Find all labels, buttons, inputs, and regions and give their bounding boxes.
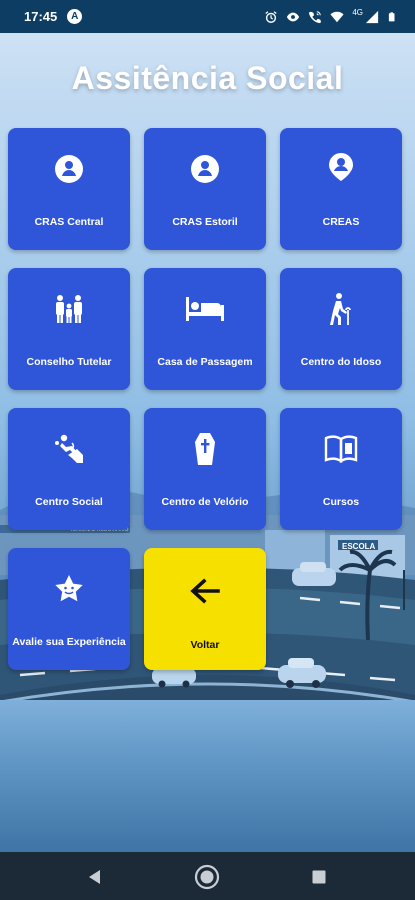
back-button[interactable]: Voltar: [144, 548, 266, 670]
tile-centro-de-velorio[interactable]: Centro de Velório: [144, 408, 266, 530]
network-type: 4G: [352, 8, 363, 17]
status-icons: 4G: [264, 0, 397, 33]
family-icon: [52, 292, 86, 326]
system-nav-bar: [0, 852, 415, 900]
person-circle-icon: [188, 152, 222, 186]
signal-icon: [365, 10, 379, 23]
coffin-icon: [188, 432, 222, 466]
notification-app-icon: A: [67, 9, 83, 24]
nav-home-button[interactable]: [194, 864, 220, 890]
tile-centro-do-idoso[interactable]: Centro do Idoso: [280, 268, 402, 390]
svg-text:ESCOLA: ESCOLA: [342, 542, 376, 551]
eye-icon: [287, 12, 300, 21]
elderly-icon: [324, 292, 358, 326]
person-circle-icon: [52, 152, 86, 186]
battery-icon: [388, 11, 395, 21]
tile-casa-de-passagem[interactable]: Casa de Passagem: [144, 268, 266, 390]
tile-creas[interactable]: CREAS: [280, 128, 402, 250]
tile-label: Conselho Tutelar: [26, 356, 112, 368]
tile-label: Centro do Idoso: [300, 356, 382, 368]
alarm-icon: [265, 10, 277, 23]
tile-conselho-tutelar[interactable]: Conselho Tutelar: [8, 268, 130, 390]
wifi-icon: [330, 11, 344, 22]
tile-label: Avalie sua Experiência: [12, 636, 126, 648]
home-circle-icon: [194, 864, 220, 890]
tile-label: Cursos: [322, 496, 360, 508]
tile-avalie-sua-experiencia[interactable]: Avalie sua Experiência: [8, 548, 130, 670]
status-time: 17:45: [24, 9, 58, 24]
back-triangle-icon: [89, 870, 100, 884]
background-lower: [0, 700, 415, 852]
tile-centro-social[interactable]: Centro Social: [8, 408, 130, 530]
nav-back-button[interactable]: [82, 864, 108, 890]
recents-square-icon: [312, 870, 326, 884]
arrow-left-icon: [188, 574, 222, 608]
status-bar: 17:45 A 4G: [0, 0, 415, 33]
star-rating-icon: [52, 572, 86, 606]
page-title: Assitência Social: [71, 60, 344, 96]
bed-icon: [185, 292, 225, 326]
person-pin-icon: [324, 150, 358, 184]
tile-cursos[interactable]: Cursos: [280, 408, 402, 530]
tile-cras-estoril[interactable]: CRAS Estoril: [144, 128, 266, 250]
tile-label: CRAS Estoril: [172, 216, 238, 228]
tile-label: Centro de Velório: [161, 496, 249, 508]
book-icon: [324, 432, 358, 466]
wifi-call-icon: [309, 10, 322, 23]
tile-label: Centro Social: [35, 496, 103, 508]
social-hands-icon: [52, 432, 86, 466]
tile-label: Casa de Passagem: [157, 356, 253, 368]
nav-recents-button[interactable]: [306, 864, 332, 890]
tile-label: CRAS Central: [34, 216, 104, 228]
tile-cras-central[interactable]: CRAS Central: [8, 128, 130, 250]
tile-label: CREAS: [322, 216, 360, 228]
tile-label: Voltar: [190, 639, 220, 651]
